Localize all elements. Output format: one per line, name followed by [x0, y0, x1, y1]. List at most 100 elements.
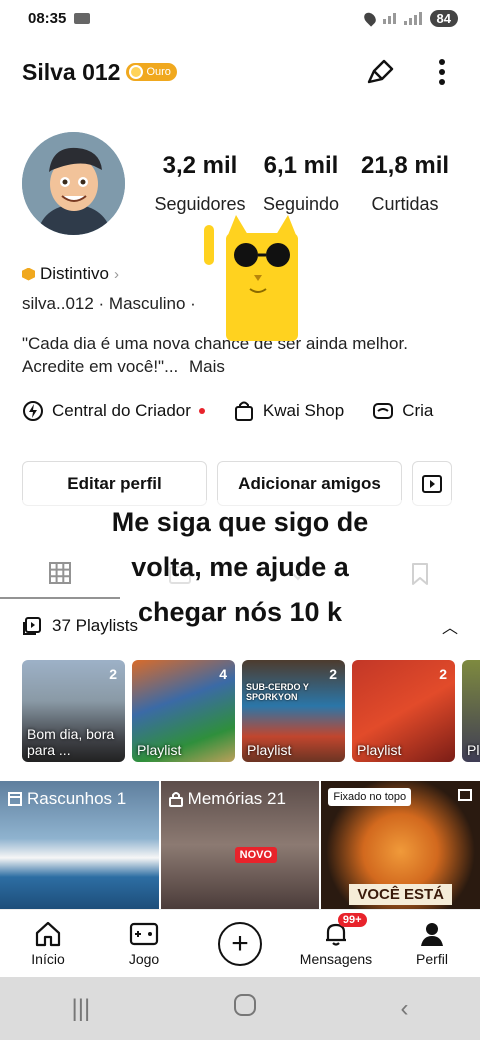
- location-icon: [361, 9, 378, 27]
- playlist-icon: [23, 617, 41, 635]
- pinned-caption-text: VOCÊ ESTÁ: [349, 884, 453, 905]
- followers-stat[interactable]: 3,2 mil Seguidores: [148, 152, 252, 215]
- person-icon: [421, 922, 443, 946]
- wifi-icon: [382, 12, 396, 24]
- shopping-bag-icon: [234, 401, 253, 421]
- followers-count: 3,2 mil: [162, 152, 238, 179]
- hexagon-badge-icon: [22, 267, 35, 281]
- tab-liked[interactable]: [240, 549, 360, 599]
- gold-badge[interactable]: Ouro: [126, 63, 177, 81]
- drafts-text: Rascunhos 1: [27, 789, 127, 808]
- plus-icon: +: [218, 921, 262, 966]
- gold-badge-label: Ouro: [146, 66, 171, 78]
- bookmark-icon: [412, 563, 428, 585]
- drafts-tile[interactable]: Rascunhos 1: [0, 781, 159, 909]
- playlists-row: 2 Bom dia, bora para ... 4 Playlist 2 SU…: [22, 660, 480, 762]
- distintivo-label: Distintivo: [40, 264, 109, 283]
- content-tabs: [0, 549, 480, 599]
- play-box-icon: [422, 474, 442, 493]
- drafts-icon: [8, 792, 22, 806]
- kwai-shop-button[interactable]: Kwai Shop: [233, 400, 344, 422]
- creator-center-button[interactable]: Central do Criador: [22, 400, 205, 422]
- playlists-count: 37 Playlists: [52, 616, 138, 635]
- add-friends-button[interactable]: Adicionar amigos: [217, 461, 402, 506]
- memories-tile[interactable]: Memórias 21 NOVO: [160, 781, 320, 909]
- cat-sticker-overlay: [204, 215, 298, 341]
- more-options-button[interactable]: [426, 56, 458, 88]
- nav-profile[interactable]: Perfil: [384, 921, 480, 967]
- playlist-count: 2: [109, 666, 117, 682]
- creator-center-label: Central do Criador: [52, 401, 191, 420]
- playlist-caption: Pl: [467, 742, 480, 758]
- playlist-card[interactable]: 2 SUB-CERDO Y SPORKYON Playlist: [242, 660, 345, 762]
- playlist-count: 4: [219, 666, 227, 682]
- bottom-navigation: Início Jogo + 99+ Mensagens Perfil: [0, 909, 480, 977]
- tab-saved[interactable]: [360, 549, 480, 599]
- kwai-shop-label: Kwai Shop: [262, 401, 345, 420]
- bio-more-link[interactable]: Mais: [189, 357, 225, 376]
- playlist-card[interactable]: 2 Playlist: [352, 660, 455, 762]
- playlist-thumbnail-title: SUB-CERDO Y SPORKYON: [246, 682, 309, 702]
- nav-home-label: Início: [31, 950, 65, 967]
- chevron-right-icon: ›: [113, 265, 119, 283]
- playlist-card[interactable]: 2 Bom dia, bora para ...: [22, 660, 125, 762]
- profile-avatar[interactable]: [22, 132, 125, 235]
- pinned-badge: Fixado no topo: [328, 788, 412, 806]
- gamepad-icon: [129, 922, 159, 945]
- home-system-icon[interactable]: [233, 993, 257, 1024]
- overlay-line-1: Me siga que sigo de: [0, 500, 480, 545]
- nav-messages[interactable]: 99+ Mensagens: [288, 912, 384, 967]
- recent-apps-icon[interactable]: |||: [72, 995, 91, 1023]
- nav-game[interactable]: Jogo: [96, 921, 192, 967]
- notification-dot: [198, 408, 205, 414]
- likes-count: 21,8 mil: [360, 152, 450, 179]
- share-button[interactable]: [364, 56, 396, 88]
- heart-check-icon: [292, 567, 308, 581]
- signal-icon: [403, 11, 422, 25]
- following-stat[interactable]: 6,1 mil Seguindo: [252, 152, 350, 215]
- lock-icon: [168, 792, 183, 807]
- profile-stats: 3,2 mil Seguidores 6,1 mil Seguindo 21,8…: [148, 152, 460, 215]
- nav-home[interactable]: Início: [0, 921, 96, 967]
- share-icon: [367, 59, 394, 84]
- message-notification-icon: [74, 12, 91, 24]
- tab-grid[interactable]: [0, 549, 120, 599]
- playlist-card[interactable]: Pl: [462, 660, 480, 762]
- pinned-video-tile[interactable]: Fixado no topo VOCÊ ESTÁ: [321, 781, 480, 909]
- coin-icon: [129, 65, 144, 79]
- status-time: 08:35: [28, 9, 67, 27]
- edit-profile-button[interactable]: Editar perfil: [22, 461, 207, 506]
- creator-tools-row: Central do Criador Kwai Shop Cria: [22, 400, 433, 422]
- playlist-caption: Playlist: [137, 742, 182, 758]
- image-icon: [458, 789, 473, 801]
- playlist-caption: Playlist: [357, 742, 402, 758]
- battery-indicator: 84: [429, 9, 458, 27]
- mask-icon: [373, 403, 394, 419]
- system-navigation-bar: ||| ‹: [0, 977, 480, 1040]
- back-icon[interactable]: ‹: [400, 995, 408, 1023]
- playlist-card[interactable]: 4 Playlist: [132, 660, 235, 762]
- profile-action-buttons: Editar perfil Adicionar amigos: [22, 461, 452, 506]
- bolt-circle-icon: [23, 401, 43, 421]
- tab-collections[interactable]: [120, 549, 240, 599]
- messages-badge: 99+: [337, 912, 367, 927]
- create-button[interactable]: Cria: [372, 400, 433, 422]
- playlists-header[interactable]: 37 Playlists ︿: [22, 614, 458, 638]
- status-icons: 84: [361, 9, 458, 27]
- likes-stat[interactable]: 21,8 mil Curtidas: [350, 152, 460, 215]
- drafts-label: Rascunhos 1: [8, 789, 126, 809]
- collapse-icon[interactable]: ︿: [442, 614, 458, 638]
- profile-info-line: silva..012 · Masculino ·: [22, 294, 196, 313]
- home-icon: [35, 921, 61, 946]
- nav-profile-label: Perfil: [416, 950, 448, 967]
- status-bar: 08:35 84: [0, 0, 480, 36]
- nav-create[interactable]: +: [192, 921, 288, 966]
- following-count: 6,1 mil: [263, 152, 339, 179]
- following-label: Seguindo: [262, 194, 340, 214]
- playlist-caption: Bom dia, bora para ...: [27, 726, 115, 758]
- playlist-caption: Playlist: [247, 742, 292, 758]
- new-badge: NOVO: [234, 847, 278, 863]
- video-button[interactable]: [412, 461, 452, 506]
- distintivo-link[interactable]: Distintivo ›: [22, 264, 119, 284]
- memories-text: Memórias 21: [187, 789, 286, 808]
